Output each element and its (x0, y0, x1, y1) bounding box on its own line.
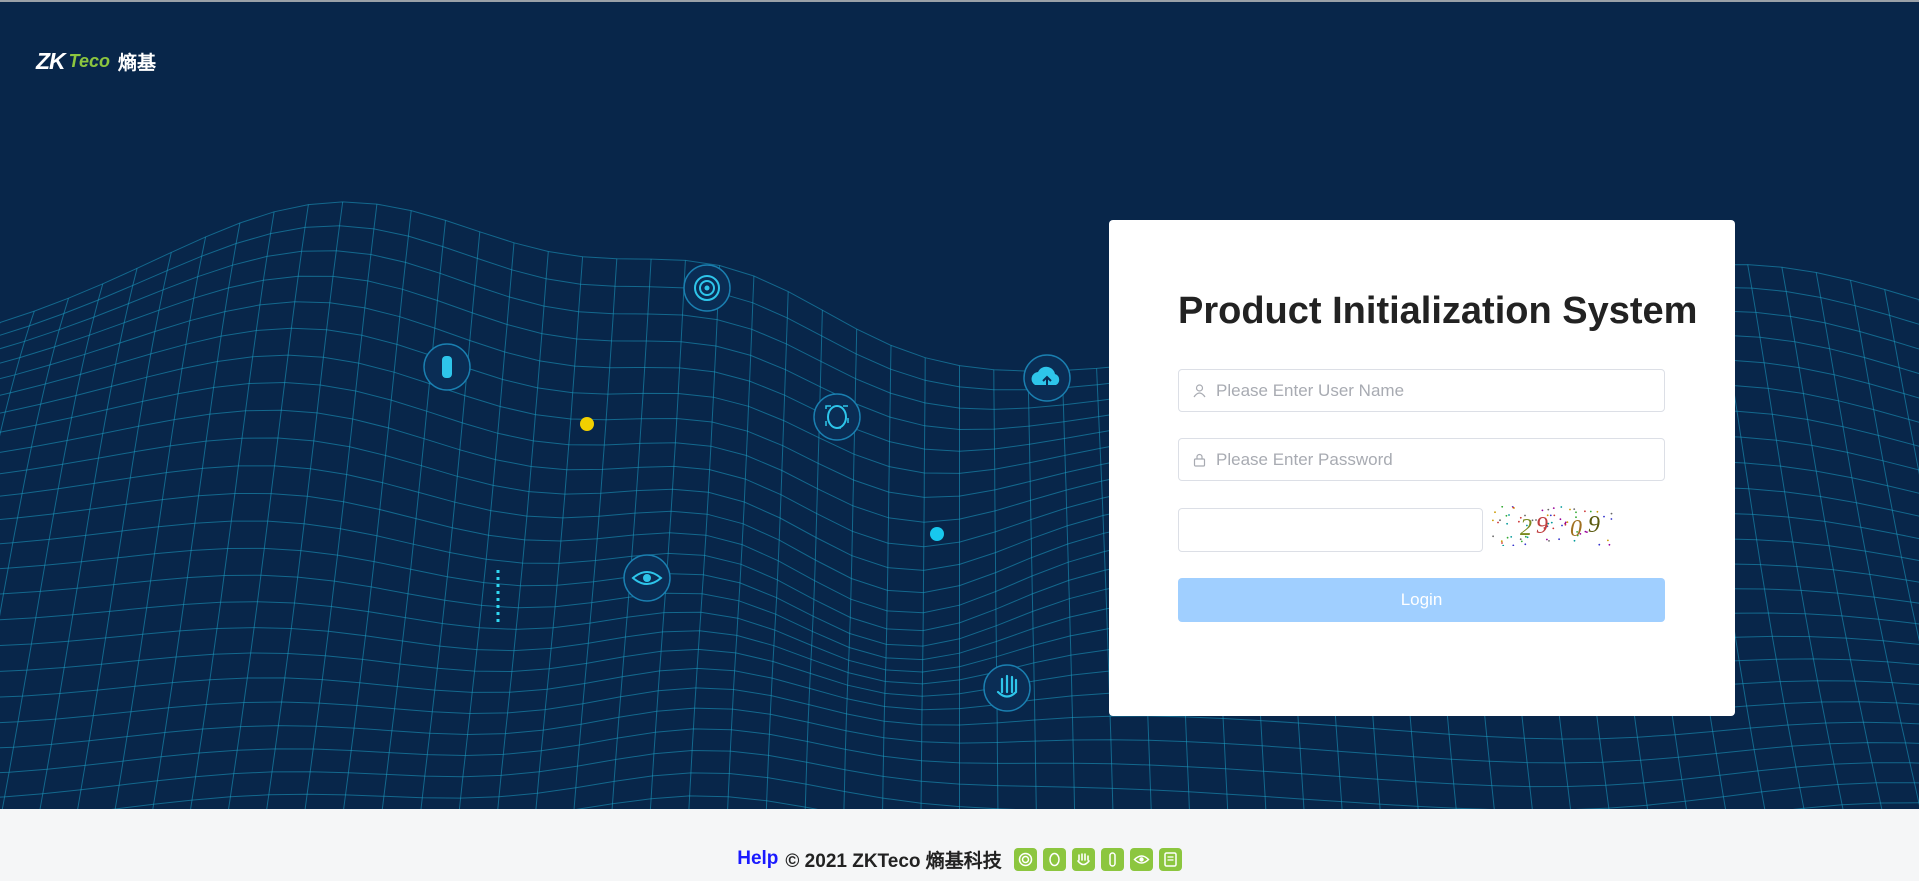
iris-icon (1129, 847, 1153, 871)
zkteco-logo: ZK Teco 熵基 (36, 48, 156, 75)
fingerprint-icon (683, 264, 731, 312)
svg-text:9: 9 (1588, 512, 1600, 538)
login-button[interactable]: Login (1178, 578, 1665, 622)
help-link[interactable]: Help (737, 848, 778, 870)
svg-text:9: 9 (1536, 513, 1548, 539)
login-card: Product Initialization System 2 9 0 9 Lo… (1109, 220, 1735, 716)
cloud-upload-icon (1023, 354, 1071, 402)
svg-text:2: 2 (1520, 515, 1532, 541)
password-field[interactable] (1178, 438, 1665, 481)
card-icon (1158, 847, 1182, 871)
lock-icon (1192, 453, 1206, 467)
username-field[interactable] (1178, 369, 1665, 412)
page-title: Product Initialization System (1178, 290, 1698, 332)
biometric-icons (1013, 847, 1182, 871)
password-input[interactable] (1214, 448, 1658, 471)
iris-icon (623, 554, 671, 602)
face-icon (813, 393, 861, 441)
face-icon (1042, 847, 1066, 871)
username-input[interactable] (1214, 379, 1658, 402)
finger-vein-icon (1100, 847, 1124, 871)
copyright-text: © 2021 ZKTeco 熵基科技 (785, 850, 1002, 872)
svg-text:0: 0 (1570, 516, 1582, 542)
logo-sub-text: Teco (68, 51, 111, 71)
logo-main-text: ZK (36, 48, 66, 74)
captcha-image[interactable]: 2 9 0 9 (1492, 506, 1617, 546)
captcha-input[interactable] (1178, 508, 1483, 552)
palm-icon (1071, 847, 1095, 871)
finger-vein-icon (423, 343, 471, 391)
logo-cn-text: 熵基 (118, 53, 157, 74)
fingerprint-icon (1013, 847, 1037, 871)
user-icon (1192, 383, 1206, 398)
footer: Help © 2021 ZKTeco 熵基科技 (0, 837, 1919, 881)
palm-icon (983, 664, 1031, 712)
